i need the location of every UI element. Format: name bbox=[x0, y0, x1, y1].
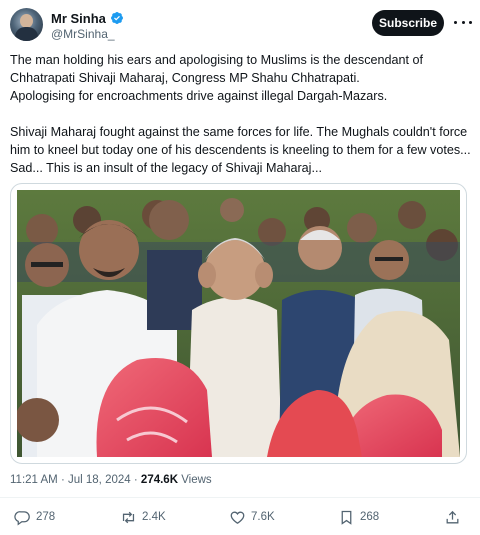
like-count: 7.6K bbox=[251, 511, 275, 523]
author-name-row[interactable]: Mr Sinha bbox=[51, 10, 124, 26]
post-text-line: him to kneel but today one of his descen… bbox=[10, 143, 471, 157]
share-icon bbox=[446, 510, 459, 523]
post-meta: 11:21 AM · Jul 18, 2024 · 274.6K Views bbox=[10, 474, 212, 486]
post-photo[interactable] bbox=[10, 183, 467, 464]
subscribe-button[interactable]: Subscribe bbox=[372, 10, 444, 36]
views-label: Views bbox=[181, 474, 212, 486]
avatar[interactable] bbox=[10, 8, 43, 41]
post-date[interactable]: Jul 18, 2024 bbox=[68, 474, 131, 486]
post-header: Mr Sinha @MrSinha_ Subscribe bbox=[10, 8, 472, 44]
post-time[interactable]: 11:21 AM bbox=[10, 474, 58, 486]
reply-icon bbox=[14, 510, 30, 525]
heart-icon bbox=[230, 511, 245, 524]
more-options-icon[interactable] bbox=[454, 16, 472, 28]
repost-button[interactable]: 2.4K bbox=[120, 505, 166, 529]
post-text-line: Chhatrapati Shivaji Maharaj, Congress MP… bbox=[10, 71, 360, 85]
post-text-line: Sad... This is an insult of the legacy o… bbox=[10, 161, 322, 175]
meta-separator: · bbox=[60, 474, 65, 486]
like-button[interactable]: 7.6K bbox=[229, 505, 275, 529]
repost-count: 2.4K bbox=[142, 511, 166, 523]
post-text: The man holding his ears and apologising… bbox=[10, 51, 471, 177]
photo-illustration bbox=[17, 190, 460, 457]
reply-count: 278 bbox=[36, 511, 56, 523]
post-text-line: Apologising for encroachments drive agai… bbox=[10, 89, 388, 103]
repost-icon bbox=[122, 511, 135, 523]
views-count: 274.6K bbox=[140, 474, 179, 486]
bookmark-icon bbox=[341, 510, 352, 525]
verified-badge-icon bbox=[110, 12, 123, 24]
divider bbox=[0, 497, 480, 498]
reply-button[interactable]: 278 bbox=[14, 505, 55, 529]
share-button[interactable] bbox=[444, 505, 466, 529]
post-text-line: Shivaji Maharaj fought against the same … bbox=[10, 125, 468, 139]
bookmark-button[interactable]: 268 bbox=[338, 505, 379, 529]
action-bar: 278 2.4K 7.6K 268 bbox=[0, 505, 480, 529]
post-text-line: The man holding his ears and apologising… bbox=[10, 53, 424, 67]
bookmark-count: 268 bbox=[360, 511, 380, 523]
author-display-name[interactable]: Mr Sinha bbox=[51, 11, 106, 26]
author-handle[interactable]: @MrSinha_ bbox=[51, 27, 115, 41]
meta-separator: · bbox=[133, 474, 138, 486]
